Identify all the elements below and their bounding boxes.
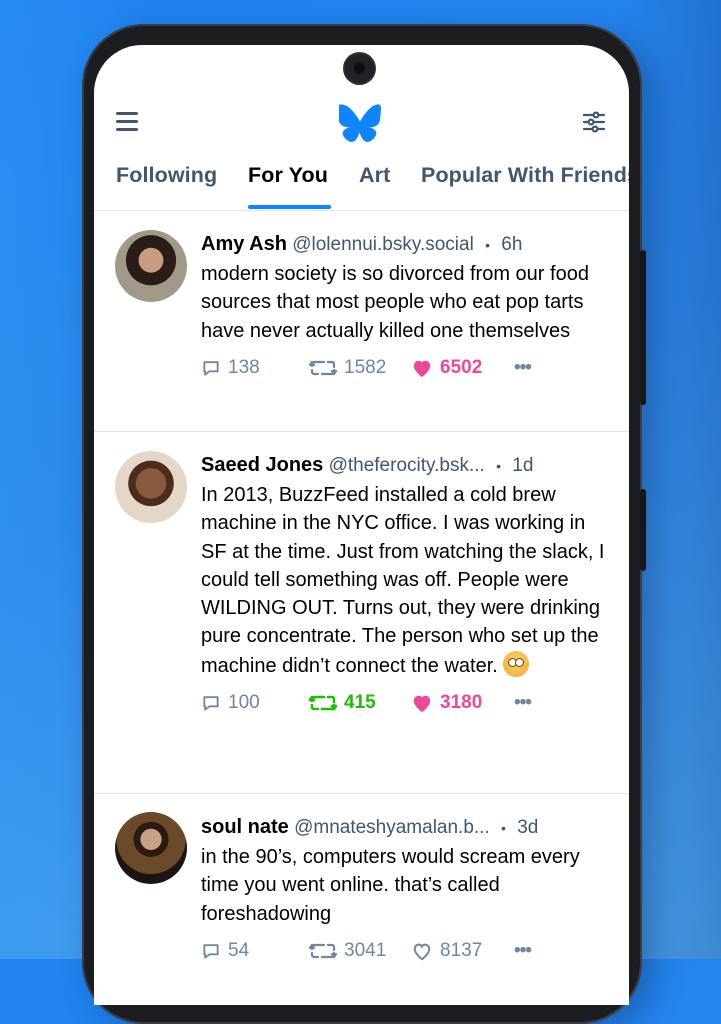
repost-count: 415: [344, 692, 376, 714]
reply-button[interactable]: 138: [201, 357, 260, 379]
post-text: modern society is so divorced from our f…: [201, 263, 589, 342]
repost-icon: [309, 943, 337, 958]
tab-following[interactable]: Following: [116, 163, 217, 188]
author-handle[interactable]: @mnateshyamalan.b...: [294, 817, 490, 838]
butterfly-logo-icon: [337, 104, 381, 142]
reply-icon: [203, 361, 219, 376]
power-button: [640, 489, 646, 571]
post-actions: 138 1582 6502 •••: [201, 357, 616, 383]
like-count: 3180: [440, 692, 483, 714]
feed-tabs: Following For You Art Popular With Frien…: [94, 163, 629, 210]
app-screen: Following For You Art Popular With Frien…: [94, 45, 629, 1005]
repost-icon: [309, 360, 337, 375]
post-text: in the 90’s, computers would scream ever…: [201, 846, 580, 925]
author-handle[interactable]: @lolennui.bsky.social: [292, 234, 474, 255]
repost-count: 1582: [344, 356, 387, 378]
post-header: Saeed Jones @theferocity.bsk... • 1d: [201, 453, 616, 478]
post-item[interactable]: soul nate @mnateshyamalan.b... • 3d in t…: [94, 794, 629, 1005]
separator-dot: •: [501, 820, 506, 836]
reply-count: 100: [228, 692, 260, 714]
tab-for-you[interactable]: For You: [248, 163, 328, 188]
like-button[interactable]: 3180: [411, 692, 482, 714]
heart-filled-icon: [413, 360, 431, 377]
flushed-face-emoji: [503, 650, 530, 677]
active-tab-indicator: [248, 205, 331, 209]
repost-button[interactable]: 415: [309, 692, 376, 714]
hamburger-menu-icon[interactable]: [116, 112, 138, 132]
post-time: 3d: [517, 817, 539, 838]
avatar[interactable]: [115, 230, 187, 302]
post-header: soul nate @mnateshyamalan.b... • 3d: [201, 815, 616, 840]
post-actions: 54 3041 8137 •••: [201, 940, 616, 966]
avatar[interactable]: [115, 812, 187, 884]
author-name[interactable]: soul nate: [201, 816, 289, 838]
top-bar: [94, 100, 629, 146]
post-text: In 2013, BuzzFeed installed a cold brew …: [201, 481, 616, 680]
post-text-content: In 2013, BuzzFeed installed a cold brew …: [201, 484, 605, 677]
repost-button[interactable]: 1582: [309, 357, 386, 379]
heart-outline-icon: [413, 943, 431, 961]
tab-art[interactable]: Art: [359, 163, 390, 188]
post-time: 6h: [501, 234, 523, 255]
reply-icon: [203, 696, 219, 711]
author-handle[interactable]: @theferocity.bsk...: [329, 455, 485, 476]
reply-button[interactable]: 100: [201, 692, 260, 714]
author-name[interactable]: Saeed Jones: [201, 454, 323, 476]
post-item[interactable]: Saeed Jones @theferocity.bsk... • 1d In …: [94, 432, 629, 794]
tab-popular-with-friends[interactable]: Popular With Friends: [421, 163, 629, 188]
feed-settings-sliders-icon[interactable]: [582, 110, 606, 134]
like-button[interactable]: 6502: [411, 357, 482, 379]
post-item[interactable]: Amy Ash @lolennui.bsky.social • 6h moder…: [94, 211, 629, 432]
heart-filled-icon: [413, 695, 431, 713]
reply-count: 138: [228, 356, 260, 378]
author-name[interactable]: Amy Ash: [201, 233, 287, 255]
post-actions: 100 415 3180 •••: [201, 692, 616, 718]
post-header: Amy Ash @lolennui.bsky.social • 6h: [201, 232, 616, 257]
separator-dot: •: [485, 237, 490, 253]
separator-dot: •: [496, 458, 501, 474]
post-time: 1d: [512, 455, 534, 476]
avatar[interactable]: [115, 451, 187, 523]
more-options-icon[interactable]: •••: [514, 692, 532, 714]
repost-icon: [309, 695, 337, 711]
like-count: 6502: [440, 356, 483, 378]
more-options-icon[interactable]: •••: [514, 357, 532, 379]
volume-button: [640, 250, 646, 405]
reply-icon: [203, 944, 219, 959]
front-camera: [345, 54, 374, 83]
